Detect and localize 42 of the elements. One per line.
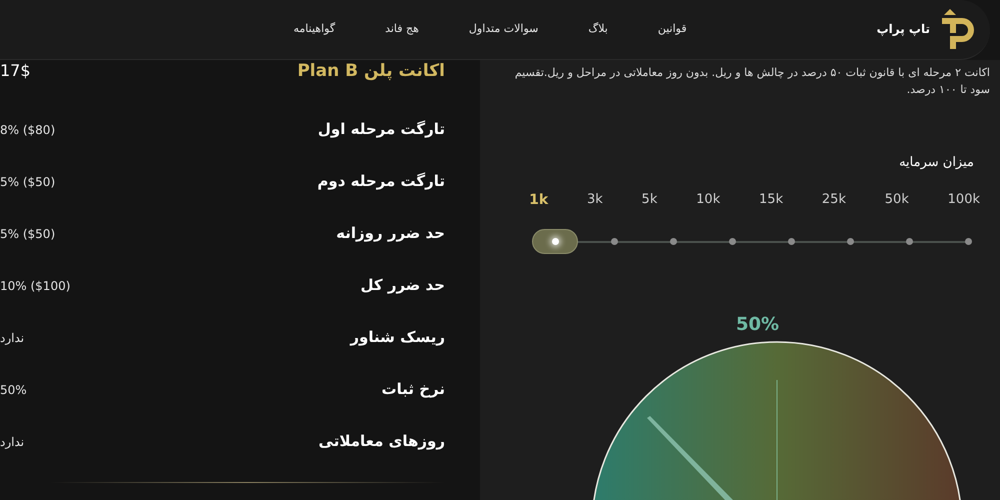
capital-option[interactable]: 100k [948, 190, 980, 211]
plan-description: اکانت ۲ مرحله ای با قانون ثبات ۵۰ درصد در چالش ها و ریل. بدون روز معاملاتی در مراحل و ریل.تقسیم سود تا ۱۰۰ درصد. [514, 64, 990, 98]
slider-stop-icon [729, 238, 736, 245]
nav-link[interactable]: قوانین [638, 21, 707, 38]
row-value: ندارد [0, 330, 24, 346]
slider-stop-icon [788, 238, 795, 245]
capital-option[interactable]: 15k [759, 190, 784, 211]
row-value: ندارد [0, 434, 24, 450]
slider-stop-icon [610, 238, 618, 245]
capital-option[interactable]: 3k [586, 190, 603, 211]
row-value: 10% ($100) [0, 278, 70, 294]
row-value: 50% [0, 382, 27, 398]
row-label: نرخ ثبات [382, 379, 445, 400]
capital-option[interactable]: 1k [529, 190, 548, 211]
row-value: 5% ($50) [0, 174, 56, 190]
row-label: حد ضرر کل [360, 275, 445, 296]
slider-thumb[interactable] [532, 229, 578, 254]
logo-icon [940, 9, 974, 50]
nav-link[interactable]: گواهینامه [274, 21, 356, 38]
slider-stop-icon [965, 238, 972, 245]
nav-link[interactable]: سوالات متداول [448, 21, 558, 38]
row-label: تارگت مرحله دوم [317, 171, 445, 192]
capital-label: میزان سرمایه [898, 154, 974, 172]
row-label: حد ضرر روزانه [336, 223, 445, 244]
nav-link[interactable]: بلاگ [568, 21, 628, 38]
row-label: ریسک شناور [350, 327, 445, 348]
nav-link[interactable]: هج فاند [365, 21, 439, 38]
row-value: 8% ($80) [0, 122, 56, 138]
gauge-reading: 50% [736, 313, 780, 337]
capital-option[interactable]: 25k [822, 190, 846, 211]
capital-option[interactable]: 50k [884, 190, 909, 211]
slider-stop-icon [906, 238, 913, 245]
capital-option[interactable]: 5k [642, 190, 658, 211]
row-value: 5% ($50) [0, 226, 56, 242]
row-label: تارگت مرحله اول [318, 119, 445, 140]
plan-title: اکانت پلن Plan B [297, 62, 445, 80]
capital-option[interactable]: 10k [696, 190, 720, 211]
slider-stop-icon [847, 238, 854, 245]
row-label: روزهای معاملاتی [318, 431, 445, 452]
brand-name[interactable]: تاپ پراپ [876, 20, 930, 38]
slider-stop-icon [670, 238, 677, 245]
plan-price: 17$ [0, 62, 31, 80]
